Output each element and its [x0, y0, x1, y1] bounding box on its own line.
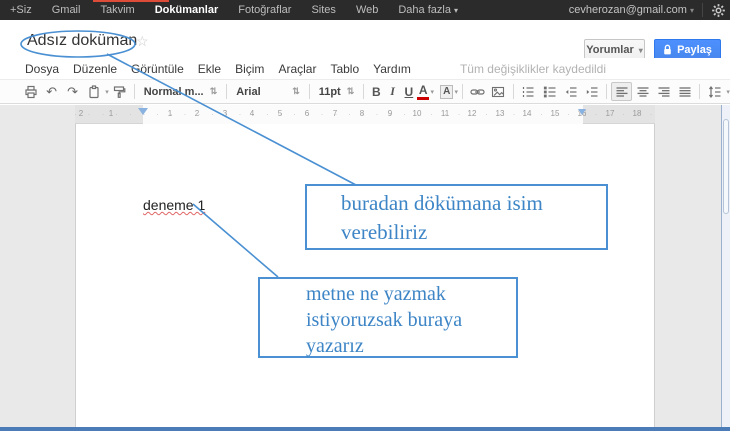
align-center-button[interactable]	[632, 82, 653, 101]
insert-image-icon[interactable]	[488, 82, 509, 101]
share-button-label: Paylaş	[677, 44, 712, 56]
ruler-ticks	[75, 114, 655, 115]
lock-icon	[664, 44, 671, 55]
left-margin-marker[interactable]	[138, 108, 148, 115]
menu-format[interactable]: Biçim	[228, 62, 271, 76]
nav-sites[interactable]: Sites	[301, 4, 345, 16]
account-email-label: cevherozan@gmail.com	[568, 4, 687, 16]
document-title[interactable]: Adsız doküman	[27, 32, 137, 50]
spinner-icon: ⇅	[346, 86, 355, 96]
nav-more-label: Daha fazla	[398, 4, 451, 16]
toolbar: ↶ ↷ ▾ Normal m... ⇅ Arial ⇅ 11pt ⇅ B I U…	[0, 79, 730, 104]
caret-down-icon: ▾	[689, 6, 694, 15]
justify-button[interactable]	[674, 82, 695, 101]
undo-icon[interactable]: ↶	[41, 82, 62, 101]
ruler-number: 13	[495, 109, 505, 118]
redo-icon[interactable]: ↷	[62, 82, 83, 101]
vertical-scrollbar[interactable]	[721, 105, 730, 427]
ruler-number: 10	[412, 109, 422, 118]
align-left-button[interactable]	[611, 82, 633, 101]
ruler-number: 18	[632, 109, 642, 118]
spinner-icon: ⇅	[209, 86, 218, 96]
ruler-number: 17	[605, 109, 615, 118]
nav-plus-you[interactable]: +Siz	[0, 4, 42, 16]
menu-help[interactable]: Yardım	[366, 62, 418, 76]
window-bottom-edge	[0, 427, 730, 431]
ruler-number: 14	[522, 109, 532, 118]
comments-button-label: Yorumlar	[586, 44, 634, 56]
align-right-button[interactable]	[653, 82, 674, 101]
ruler-number: 4	[249, 109, 255, 118]
decrease-indent-icon[interactable]	[560, 82, 581, 101]
menu-table[interactable]: Tablo	[323, 62, 366, 76]
paragraph-style-select[interactable]: Normal m... ⇅	[139, 86, 223, 98]
ruler-number: 7	[332, 109, 338, 118]
spinner-icon: ⇅	[292, 86, 300, 96]
ruler-number: 6	[304, 109, 310, 118]
nav-calendar[interactable]: Takvim	[90, 4, 144, 16]
nav-more[interactable]: Daha fazla ▾	[388, 4, 468, 16]
font-family-select[interactable]: Arial ⇅	[231, 86, 305, 98]
caret-down-icon[interactable]: ▾	[430, 88, 434, 96]
ruler-number: 11	[440, 109, 450, 118]
caret-down-icon[interactable]: ▾	[726, 88, 730, 96]
paint-format-icon[interactable]	[109, 82, 130, 101]
google-top-bar: +Siz Gmail Takvim Dokümanlar Fotoğraflar…	[0, 0, 730, 20]
ruler: 2 1 1 2 3 4 5 6 7 8 9 10 11 12 13 14 15 …	[0, 105, 730, 124]
annotation-note-title: buradan dökümana isim verebiliriz	[305, 184, 608, 250]
ruler-number: 9	[387, 109, 393, 118]
document-body-text[interactable]: deneme 1	[143, 197, 205, 213]
bold-button[interactable]: B	[368, 85, 384, 99]
ruler-number: 12	[467, 109, 477, 118]
account-email[interactable]: cevherozan@gmail.com ▾	[569, 4, 694, 16]
nav-gmail[interactable]: Gmail	[42, 4, 91, 16]
scrollbar-thumb[interactable]	[723, 119, 729, 214]
ruler-number: 1	[108, 109, 114, 118]
menu-file[interactable]: Dosya	[18, 62, 66, 76]
star-icon[interactable]: ☆	[136, 33, 149, 50]
menu-tools[interactable]: Araçlar	[271, 62, 323, 76]
ruler-number: 8	[359, 109, 365, 118]
menu-view[interactable]: Görüntüle	[124, 62, 191, 76]
ruler-number: 2	[194, 109, 200, 118]
italic-button[interactable]: I	[384, 84, 400, 99]
ruler-number: 1	[167, 109, 173, 118]
annotation-note-body: metne ne yazmak istiyoruzsak buraya yaza…	[258, 277, 518, 358]
text-color-button[interactable]: A	[417, 84, 430, 100]
caret-down-icon: ▾	[454, 6, 459, 15]
insert-link-icon[interactable]	[467, 82, 488, 101]
nav-photos[interactable]: Fotoğraflar	[228, 4, 301, 16]
line-spacing-icon[interactable]	[704, 82, 725, 101]
menu-edit[interactable]: Düzenle	[66, 62, 124, 76]
ruler-number: 2	[78, 109, 84, 118]
ruler-number: 5	[277, 109, 283, 118]
web-clipboard-icon[interactable]	[83, 82, 104, 101]
font-family-value: Arial	[236, 85, 261, 98]
caret-down-icon: ▾	[638, 45, 643, 55]
font-size-select[interactable]: 11pt ⇅	[314, 86, 360, 98]
highlight-color-button[interactable]: A	[439, 84, 454, 99]
caret-down-icon[interactable]: ▾	[454, 88, 458, 96]
bulleted-list-icon[interactable]	[539, 82, 560, 101]
numbered-list-icon[interactable]	[518, 82, 539, 101]
print-icon[interactable]	[20, 82, 41, 101]
menu-insert[interactable]: Ekle	[191, 62, 228, 76]
gear-icon[interactable]	[702, 3, 726, 17]
ruler-band: 2 1 1 2 3 4 5 6 7 8 9 10 11 12 13 14 15 …	[75, 105, 655, 124]
document-area: deneme 1	[0, 124, 730, 427]
ruler-number: 3	[222, 109, 228, 118]
nav-documents[interactable]: Dokümanlar	[145, 4, 229, 16]
right-margin-marker[interactable]	[578, 109, 586, 115]
ruler-number: 15	[550, 109, 560, 118]
document-page[interactable]	[75, 124, 655, 427]
save-status: Tüm değişiklikler kaydedildi	[459, 61, 606, 76]
active-product-indicator	[93, 0, 169, 2]
font-size-value: 11pt	[318, 85, 341, 98]
paragraph-style-value: Normal m...	[143, 85, 204, 98]
menu-bar: Dosya Düzenle Görüntüle Ekle Biçim Araçl…	[0, 58, 730, 79]
increase-indent-icon[interactable]	[581, 82, 602, 101]
nav-web[interactable]: Web	[346, 4, 388, 16]
google-docs-window: +Siz Gmail Takvim Dokümanlar Fotoğraflar…	[0, 0, 730, 431]
underline-button[interactable]: U	[401, 85, 417, 99]
